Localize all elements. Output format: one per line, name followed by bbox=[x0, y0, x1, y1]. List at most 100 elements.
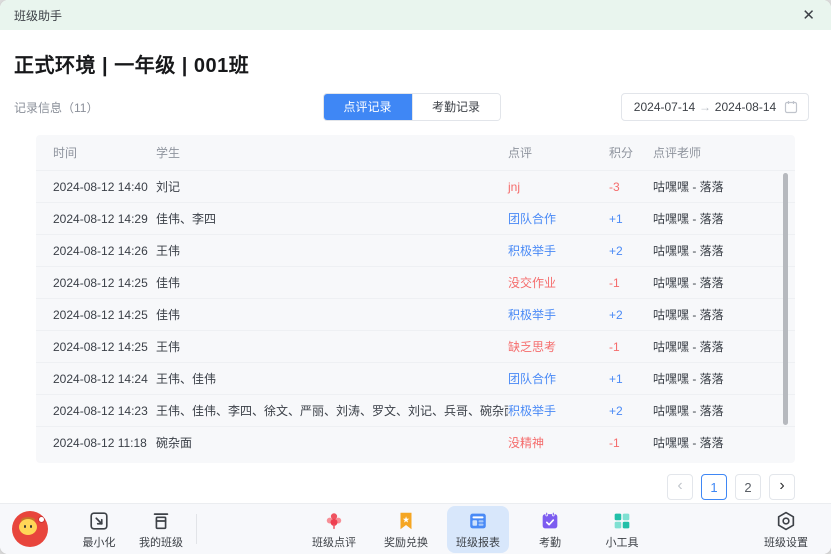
minimize-icon bbox=[88, 510, 110, 532]
column-header-points: 积分 bbox=[609, 144, 653, 161]
date-arrow-icon: → bbox=[697, 100, 713, 114]
cell-points: +2 bbox=[609, 308, 653, 322]
pagination: ‹ 1 2 › bbox=[36, 474, 795, 500]
cell-time: 2024-08-12 14:40 bbox=[53, 180, 156, 194]
table-row: 2024-08-12 14:26 王伟 积极举手 +2 咕嘿嘿 - 落落 bbox=[36, 234, 795, 266]
dock-item-class-settings[interactable]: 班级设置 bbox=[755, 506, 817, 553]
cell-student: 王伟 bbox=[156, 242, 508, 259]
records-table: 时间 学生 点评 积分 点评老师 2024-08-12 14:40 刘记 jnj… bbox=[36, 135, 795, 463]
cell-time: 2024-08-12 14:24 bbox=[53, 372, 156, 386]
cell-points: +2 bbox=[609, 244, 653, 258]
cell-teacher: 咕嘿嘿 - 落落 bbox=[653, 178, 775, 195]
column-header-teacher: 点评老师 bbox=[653, 144, 775, 161]
cell-comment: jnj bbox=[508, 180, 609, 194]
tools-grid-icon bbox=[611, 510, 633, 532]
cell-teacher: 咕嘿嘿 - 落落 bbox=[653, 306, 775, 323]
cell-comment: 积极举手 bbox=[508, 306, 609, 323]
cell-comment: 团队合作 bbox=[508, 210, 609, 227]
cell-points: +1 bbox=[609, 372, 653, 386]
tab-review-records[interactable]: 点评记录 bbox=[324, 94, 412, 120]
table-row: 2024-08-12 14:23 王伟、佳伟、李四、徐文、严丽、刘涛、罗文、刘记… bbox=[36, 394, 795, 426]
pagination-prev-icon[interactable]: ‹ bbox=[667, 474, 693, 500]
dock-item-label: 最小化 bbox=[83, 534, 116, 550]
table-row: 2024-08-12 14:24 王伟、佳伟 团队合作 +1 咕嘿嘿 - 落落 bbox=[36, 362, 795, 394]
bottom-dock: 最小化 我的班级 bbox=[0, 503, 831, 554]
attendance-calendar-icon bbox=[539, 510, 561, 532]
cell-comment: 团队合作 bbox=[508, 370, 609, 387]
dock-center-group: 班级点评 ★ 奖励兑换 bbox=[303, 506, 653, 553]
date-start[interactable]: 2024-07-14 bbox=[632, 100, 697, 114]
titlebar: 班级助手 ✕ bbox=[0, 0, 831, 30]
app-title: 班级助手 bbox=[14, 7, 62, 24]
cell-time: 2024-08-12 11:18 bbox=[53, 436, 156, 450]
table-scrollbar[interactable] bbox=[783, 173, 788, 425]
cell-teacher: 咕嘿嘿 - 落落 bbox=[653, 210, 775, 227]
table-row: 2024-08-12 14:25 佳伟 积极举手 +2 咕嘿嘿 - 落落 bbox=[36, 298, 795, 330]
cell-teacher: 咕嘿嘿 - 落落 bbox=[653, 434, 775, 451]
dock-item-reward-exchange[interactable]: ★ 奖励兑换 bbox=[375, 506, 437, 553]
cell-comment: 没精神 bbox=[508, 434, 609, 451]
cell-teacher: 咕嘿嘿 - 落落 bbox=[653, 402, 775, 419]
dock-item-label: 奖励兑换 bbox=[384, 534, 428, 550]
class-assistant-window: 班级助手 ✕ 正式环境 | 一年级 | 001班 记录信息（11） 点评记录 考… bbox=[0, 0, 831, 554]
cell-time: 2024-08-12 14:29 bbox=[53, 212, 156, 226]
date-end[interactable]: 2024-08-14 bbox=[713, 100, 778, 114]
cell-time: 2024-08-12 14:25 bbox=[53, 276, 156, 290]
cell-points: +2 bbox=[609, 404, 653, 418]
cell-teacher: 咕嘿嘿 - 落落 bbox=[653, 242, 775, 259]
close-icon[interactable]: ✕ bbox=[802, 8, 815, 23]
flower-icon bbox=[323, 510, 345, 532]
cell-time: 2024-08-12 14:23 bbox=[53, 404, 156, 418]
dock-item-class-review[interactable]: 班级点评 bbox=[303, 506, 365, 553]
dock-item-label: 考勤 bbox=[539, 534, 561, 550]
dock-divider bbox=[196, 514, 197, 544]
table-row: 2024-08-12 14:29 佳伟、李四 团队合作 +1 咕嘿嘿 - 落落 bbox=[36, 202, 795, 234]
cell-student: 王伟 bbox=[156, 338, 508, 355]
pagination-next-icon[interactable]: › bbox=[769, 474, 795, 500]
table-header-row: 时间 学生 点评 积分 点评老师 bbox=[36, 135, 795, 170]
cell-student: 佳伟、李四 bbox=[156, 210, 508, 227]
cell-points: +1 bbox=[609, 212, 653, 226]
dock-item-label: 班级报表 bbox=[456, 534, 500, 550]
cell-student: 刘记 bbox=[156, 178, 508, 195]
cell-student: 王伟、佳伟 bbox=[156, 370, 508, 387]
pagination-page-2[interactable]: 2 bbox=[735, 474, 761, 500]
cell-comment: 积极举手 bbox=[508, 402, 609, 419]
table-row: 2024-08-12 11:18 碗杂面 没精神 -1 咕嘿嘿 - 落落 bbox=[36, 426, 795, 458]
cell-student: 佳伟 bbox=[156, 274, 508, 291]
table-row: 2024-08-12 14:25 王伟 缺乏思考 -1 咕嘿嘿 - 落落 bbox=[36, 330, 795, 362]
my-class-icon bbox=[150, 510, 172, 532]
controls-row: 记录信息（11） 点评记录 考勤记录 2024-07-14 → 2024-08-… bbox=[14, 93, 809, 121]
tab-attendance-records[interactable]: 考勤记录 bbox=[412, 94, 500, 120]
dock-item-my-class[interactable]: 我的班级 bbox=[130, 506, 192, 553]
pagination-page-1[interactable]: 1 bbox=[701, 474, 727, 500]
cell-time: 2024-08-12 14:25 bbox=[53, 340, 156, 354]
record-tabs: 点评记录 考勤记录 bbox=[323, 93, 501, 121]
cell-points: -1 bbox=[609, 340, 653, 354]
cell-comment: 缺乏思考 bbox=[508, 338, 609, 355]
cell-comment: 没交作业 bbox=[508, 274, 609, 291]
dock-item-label: 我的班级 bbox=[139, 534, 183, 550]
dock-item-attendance[interactable]: 考勤 bbox=[519, 506, 581, 553]
column-header-time: 时间 bbox=[53, 144, 156, 161]
settings-gear-icon bbox=[775, 510, 797, 532]
dock-item-minimize[interactable]: 最小化 bbox=[68, 506, 130, 553]
dock-item-class-report[interactable]: 班级报表 bbox=[447, 506, 509, 553]
cell-student: 王伟、佳伟、李四、徐文、严丽、刘涛、罗文、刘记、兵哥、碗杂面 bbox=[156, 402, 508, 419]
dock-item-tools[interactable]: 小工具 bbox=[591, 506, 653, 553]
avatar[interactable] bbox=[12, 511, 48, 547]
table-row: 2024-08-12 14:40 刘记 jnj -3 咕嘿嘿 - 落落 bbox=[36, 170, 795, 202]
date-range-picker[interactable]: 2024-07-14 → 2024-08-14 bbox=[621, 93, 809, 121]
cell-student: 佳伟 bbox=[156, 306, 508, 323]
cell-time: 2024-08-12 14:26 bbox=[53, 244, 156, 258]
cell-comment: 积极举手 bbox=[508, 242, 609, 259]
cell-student: 碗杂面 bbox=[156, 434, 508, 451]
dock-item-label: 班级设置 bbox=[764, 534, 808, 550]
column-header-student: 学生 bbox=[156, 144, 508, 161]
cell-points: -1 bbox=[609, 276, 653, 290]
record-info-label: 记录信息（11） bbox=[14, 99, 98, 116]
bookmark-star-icon: ★ bbox=[395, 510, 417, 532]
cell-teacher: 咕嘿嘿 - 落落 bbox=[653, 370, 775, 387]
cell-points: -1 bbox=[609, 436, 653, 450]
dock-item-label: 小工具 bbox=[606, 534, 639, 550]
